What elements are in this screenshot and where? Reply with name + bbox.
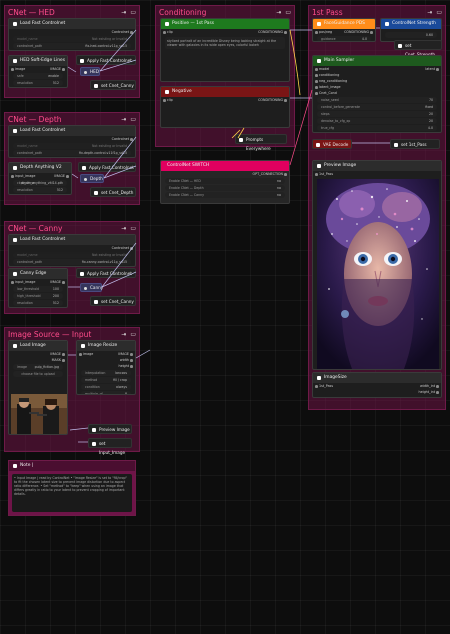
node-title: Image Resize xyxy=(77,341,135,351)
model-name-widget[interactable]: model_name Not existing or Invalid xyxy=(13,252,131,258)
multiple-of-widget[interactable]: multiple_of 8 xyxy=(81,391,131,394)
hed-preprocessor-node[interactable]: HED Soft-Edge Lines image IMAGE safe enabl… xyxy=(8,55,68,88)
enable-depth-toggle[interactable]: Enable CNet — Depth no xyxy=(165,185,285,191)
node-title: FaceGuidance PDS xyxy=(313,19,375,29)
ckpt-widget[interactable]: ckpt_name depth_anything_vitl14.pth xyxy=(13,180,67,186)
note-node[interactable]: Note | • Input Image | read by ControlNe… xyxy=(8,460,136,516)
controlnet-path-widget[interactable]: controlnet_path fix-depth-control-v11f1p_… xyxy=(13,150,131,156)
node-title: ControlNet SWITCH xyxy=(161,161,289,171)
controlnet-path-widget[interactable]: controlnet_path fix-canny-control-v11p_sd… xyxy=(13,259,131,265)
controlnet-strength-node[interactable]: ControlNet Strength 0.60 xyxy=(380,18,442,42)
enable-canny-toggle[interactable]: Enable CNet — Canny no xyxy=(165,192,285,198)
model-name-widget[interactable]: model_name Not existing or Invalid xyxy=(13,36,131,42)
node-title: Negative xyxy=(161,87,289,97)
set-input-image-node[interactable]: set Input_Image xyxy=(88,438,132,455)
thumbnail-art xyxy=(11,394,67,434)
high-threshold-widget[interactable]: high_threshold 200 xyxy=(13,293,63,299)
low-threshold-widget[interactable]: low_threshold 100 xyxy=(13,286,63,292)
controlnet-output: Controlnet xyxy=(111,30,134,34)
apply-fast-controlnet-node[interactable]: Apply Fast Controlnet xyxy=(76,268,136,278)
control-widget[interactable]: control_before_generate fixed xyxy=(317,104,437,110)
load-fast-controlnet-node[interactable]: Load Fast Controlnet Controlnet model_na… xyxy=(8,234,136,267)
prompts-everywhere-node[interactable]: Prompts Everywhere xyxy=(235,134,287,151)
portrait-art xyxy=(317,179,439,369)
controlnet-path-widget[interactable]: controlnet_path fix-hed-control-v11p_sd15 xyxy=(13,43,131,49)
controlnet-switch-node[interactable]: ControlNet SWITCH OPT_CONNECTION Enable … xyxy=(160,160,290,204)
generated-portrait-image xyxy=(317,179,439,369)
model-name-widget[interactable]: model_name Not existing or Invalid xyxy=(13,143,131,149)
steps-widget[interactable]: steps 20 xyxy=(317,111,437,117)
resolution-widget[interactable]: resolution 512 xyxy=(13,187,67,193)
interpolation-widget[interactable]: interpolation lanczos xyxy=(81,370,131,376)
canny-reroute[interactable]: Canny xyxy=(80,283,103,292)
depth-reroute[interactable]: Depth xyxy=(80,174,104,183)
resolution-widget[interactable]: resolution 512 xyxy=(13,80,63,86)
set-1st-pass-node[interactable]: set 1st_Pass xyxy=(390,139,440,149)
node-title: Depth Anything V2 xyxy=(9,163,71,173)
node-title: Preview Image xyxy=(313,161,441,171)
condition-widget[interactable]: condition always xyxy=(81,384,131,390)
node-title: ImageSize xyxy=(313,373,441,383)
apply-fast-controlnet-node[interactable]: Apply Fast Controlnet xyxy=(78,162,136,172)
set-cnet-node[interactable]: set Cnet_Depth xyxy=(90,187,136,197)
node-title: ControlNet Strength xyxy=(381,19,441,29)
input-image-thumbnail xyxy=(11,394,67,434)
method-widget[interactable]: method fill / crop xyxy=(81,377,131,383)
node-title: Load Fast Controlnet xyxy=(9,19,135,29)
main-sampler-node[interactable]: Main Sampler model latent conditioning ne… xyxy=(312,55,442,133)
set-cnet-strength-node[interactable]: set Cnet_Strength xyxy=(394,40,442,57)
guidance-widget[interactable]: guidance 4.0 xyxy=(317,36,371,41)
node-title: Load Fast Controlnet xyxy=(9,126,135,136)
noise-seed-widget[interactable]: noise_seed 70 xyxy=(317,97,437,103)
load-image-node[interactable]: Load Image IMAGE MASK image pulp_fiction.… xyxy=(8,340,68,435)
set-cnet-node[interactable]: set Cnet_Canny xyxy=(90,80,136,90)
preview-image-node[interactable]: Preview Image xyxy=(88,424,132,434)
hed-reroute[interactable]: HED xyxy=(80,67,100,76)
note-text[interactable]: • Input Image | read by ControlNet • "Im… xyxy=(12,474,132,512)
vae-decode-node[interactable]: VAE Decode xyxy=(312,139,352,149)
apply-fast-controlnet-node[interactable]: Apply Fast Controlnet xyxy=(76,55,136,65)
set-cnet-node[interactable]: set Cnet_Canny xyxy=(90,296,136,306)
load-fast-controlnet-node[interactable]: Load Fast Controlnet Controlnet model_na… xyxy=(8,125,136,158)
node-title: Note | xyxy=(9,461,135,471)
image-widget[interactable]: image pulp_fiction.jpg xyxy=(13,364,63,370)
denoise-widget[interactable]: denoise_to_cfg_xp 20 xyxy=(317,118,437,124)
strength-slider[interactable]: 0.60 xyxy=(385,32,437,38)
positive-prompt-node[interactable]: Positive — 1st Pass clip CONDITIONING sty… xyxy=(160,18,290,82)
image-resize-node[interactable]: Image Resize image IMAGE width height int… xyxy=(76,340,136,395)
safe-widget[interactable]: safe enable xyxy=(13,73,63,79)
depth-preprocessor-node[interactable]: Depth Anything V2 input_image IMAGE ckpt_… xyxy=(8,162,72,195)
node-title: Canny Edge xyxy=(9,269,67,279)
negative-prompt-node[interactable]: Negative clip CONDITIONING xyxy=(160,86,290,128)
positive-prompt-text[interactable]: stylized portrait of an incredible Disne… xyxy=(165,37,285,49)
image-size-node[interactable]: ImageSize 1st_Pass width_int height_int xyxy=(312,372,442,398)
enable-hed-toggle[interactable]: Enable CNet — HED no xyxy=(165,178,285,184)
face-guidance-node[interactable]: FaceGuidance PDS pos/neg CONDITIONING gui… xyxy=(312,18,376,42)
cfg-widget[interactable]: true_cfg 4.0 xyxy=(317,125,437,131)
node-title: Positive — 1st Pass xyxy=(161,19,289,29)
load-fast-controlnet-node[interactable]: Load Fast Controlnet Controlnet model_na… xyxy=(8,18,136,51)
node-title: HED Soft-Edge Lines xyxy=(9,56,67,66)
node-title: Main Sampler xyxy=(313,56,441,66)
upload-button[interactable]: choose file to upload xyxy=(13,371,63,377)
node-title: Load Image xyxy=(9,341,67,351)
preview-image-node[interactable]: Preview Image 1st_Pass xyxy=(312,160,442,370)
canny-preprocessor-node[interactable]: Canny Edge input_image IMAGE low_threshol… xyxy=(8,268,68,308)
node-title: Load Fast Controlnet xyxy=(9,235,135,245)
resolution-widget[interactable]: resolution 512 xyxy=(13,300,63,306)
